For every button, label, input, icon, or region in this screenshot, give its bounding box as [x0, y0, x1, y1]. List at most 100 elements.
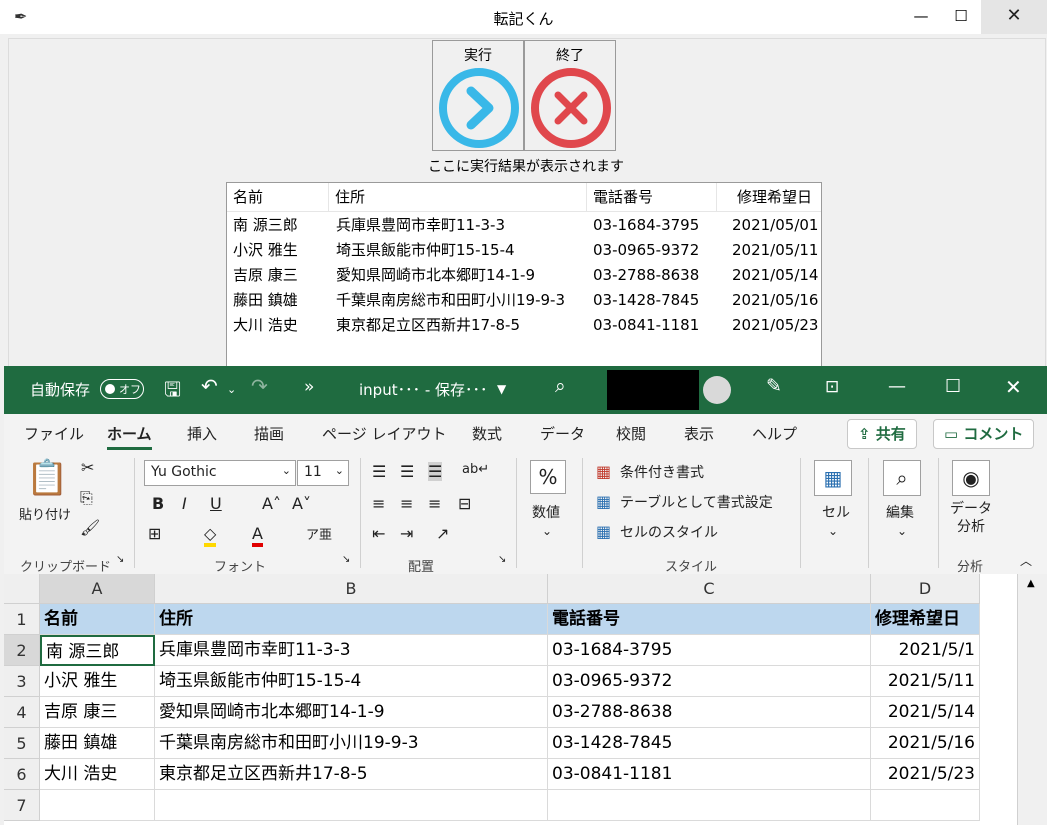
- editing-label[interactable]: 編集: [886, 502, 914, 522]
- dialog-launcher-icon[interactable]: ↘: [498, 554, 506, 565]
- chevron-down-icon[interactable]: ⌄: [828, 524, 838, 538]
- caret-down-icon[interactable]: ▼: [497, 382, 506, 396]
- run-button[interactable]: 実行: [432, 40, 524, 151]
- result-table[interactable]: 名前 住所 電話番号 修理希望日 南 源三郎 兵庫県豊岡市幸町11-3-3 03…: [226, 182, 822, 378]
- row-header[interactable]: 3: [4, 666, 40, 697]
- cell-a6[interactable]: 大川 浩史: [40, 759, 155, 790]
- cell-b2[interactable]: 兵庫県豊岡市幸町11-3-3: [155, 635, 548, 666]
- font-color-icon[interactable]: A: [252, 524, 263, 547]
- tab-review[interactable]: 校閲: [616, 423, 646, 444]
- grow-font-icon[interactable]: A˄: [262, 494, 281, 513]
- cell-a5[interactable]: 藤田 鎮雄: [40, 728, 155, 759]
- pen-icon[interactable]: ✎: [766, 375, 782, 397]
- close-icon[interactable]: ✕: [1005, 375, 1022, 399]
- format-table-label[interactable]: テーブルとして書式設定: [620, 492, 773, 512]
- cell-c1[interactable]: 電話番号: [548, 604, 871, 635]
- align-right-icon[interactable]: ≡: [428, 494, 441, 513]
- tab-data[interactable]: データ: [540, 423, 585, 444]
- selected-cell-a2[interactable]: 南 源三郎: [40, 635, 155, 666]
- quit-button[interactable]: 終了: [524, 40, 616, 151]
- close-button[interactable]: ✕: [981, 0, 1047, 34]
- tab-draw[interactable]: 描画: [254, 423, 284, 444]
- copy-icon[interactable]: ⎘: [80, 488, 93, 508]
- dialog-launcher-icon[interactable]: ↘: [116, 554, 124, 565]
- avatar[interactable]: [703, 376, 731, 404]
- autosave-toggle[interactable]: オフ: [100, 379, 144, 399]
- cell-c4[interactable]: 03-2788-8638: [548, 697, 871, 728]
- align-center-icon[interactable]: ≡: [400, 494, 413, 513]
- column-header[interactable]: 住所: [329, 183, 587, 211]
- search-icon[interactable]: ⌕: [555, 375, 566, 397]
- chevron-down-icon[interactable]: ⌄: [542, 524, 552, 538]
- cell-d7[interactable]: [871, 790, 980, 821]
- column-header[interactable]: 名前: [227, 183, 329, 211]
- dialog-launcher-icon[interactable]: ↘: [342, 554, 350, 565]
- phonetic-icon[interactable]: ア亜: [306, 524, 332, 543]
- undo-icon[interactable]: ↶: [201, 374, 218, 398]
- cells-icon[interactable]: ▦: [814, 460, 852, 496]
- fill-color-icon[interactable]: ◇: [204, 524, 217, 547]
- tab-page-layout[interactable]: ページ レイアウト: [322, 423, 446, 444]
- column-header[interactable]: 修理希望日: [717, 183, 821, 211]
- cell-b6[interactable]: 東京都足立区西新井17-8-5: [155, 759, 548, 790]
- column-header-c[interactable]: C: [548, 574, 871, 604]
- cell-b5[interactable]: 千葉県南房総市和田町小川19-9-3: [155, 728, 548, 759]
- format-table-icon[interactable]: ▦: [596, 492, 611, 511]
- row-header[interactable]: 2: [4, 635, 40, 666]
- cut-icon[interactable]: ✂: [81, 458, 94, 477]
- table-row[interactable]: 大川 浩史 東京都足立区西新井17-8-5 03-0841-1181 2021/…: [227, 313, 821, 338]
- cell-b4[interactable]: 愛知県岡崎市北本郷町14-1-9: [155, 697, 548, 728]
- spreadsheet-grid[interactable]: A B C D 1 2 3 4 5 6 7 名前 住所 電話番号 修理希望日 南…: [4, 574, 1047, 825]
- conditional-format-icon[interactable]: ▦: [596, 462, 611, 481]
- percent-icon[interactable]: %: [530, 460, 566, 494]
- cell-c6[interactable]: 03-0841-1181: [548, 759, 871, 790]
- align-middle-icon[interactable]: ☰: [400, 462, 414, 481]
- tab-help[interactable]: ヘルプ: [752, 423, 797, 444]
- increase-indent-icon[interactable]: ⇥: [400, 524, 413, 543]
- shrink-font-icon[interactable]: A˅: [292, 494, 311, 513]
- tab-formulas[interactable]: 数式: [472, 423, 502, 444]
- analyze-data-icon[interactable]: ◉: [952, 460, 990, 496]
- tab-insert[interactable]: 挿入: [187, 423, 217, 444]
- vertical-scrollbar[interactable]: ▲: [1017, 574, 1047, 825]
- table-row[interactable]: 藤田 鎮雄 千葉県南房総市和田町小川19-9-3 03-1428-7845 20…: [227, 288, 821, 313]
- cells-label[interactable]: セル: [822, 502, 850, 522]
- cell-styles-label[interactable]: セルのスタイル: [620, 522, 718, 542]
- comment-button[interactable]: ▭ コメント: [933, 419, 1035, 449]
- save-icon[interactable]: 🖫: [164, 375, 181, 409]
- analyze-data-label[interactable]: データ 分析: [949, 500, 993, 536]
- row-header[interactable]: 1: [4, 604, 40, 635]
- clipboard-icon[interactable]: 📋: [26, 458, 68, 498]
- tab-home[interactable]: ホーム: [107, 423, 152, 450]
- tab-file[interactable]: ファイル: [24, 423, 84, 444]
- cell-c5[interactable]: 03-1428-7845: [548, 728, 871, 759]
- column-header-b[interactable]: B: [155, 574, 548, 604]
- font-size-select[interactable]: 11 ⌄: [297, 460, 349, 486]
- wrap-text-icon[interactable]: ab↵: [462, 462, 489, 477]
- row-header[interactable]: 7: [4, 790, 40, 821]
- cell-d3[interactable]: 2021/5/11: [871, 666, 980, 697]
- share-button[interactable]: ⇪ 共有: [847, 419, 917, 449]
- file-title[interactable]: input･･･ - 保存･･･: [359, 379, 488, 400]
- cell-c3[interactable]: 03-0965-9372: [548, 666, 871, 697]
- italic-icon[interactable]: I: [182, 494, 187, 513]
- chevron-down-icon[interactable]: ⌄: [897, 524, 907, 538]
- conditional-format-label[interactable]: 条件付き書式: [620, 462, 704, 482]
- cell-c2[interactable]: 03-1684-3795: [548, 635, 871, 666]
- more-commands[interactable]: »: [304, 377, 314, 397]
- table-row[interactable]: 南 源三郎 兵庫県豊岡市幸町11-3-3 03-1684-3795 2021/0…: [227, 213, 821, 238]
- redo-icon[interactable]: ↷: [251, 374, 268, 398]
- row-header[interactable]: 4: [4, 697, 40, 728]
- decrease-indent-icon[interactable]: ⇤: [372, 524, 385, 543]
- chevron-down-icon[interactable]: ⌄: [227, 383, 236, 396]
- format-painter-icon[interactable]: 🖌: [80, 518, 100, 537]
- cell-c7[interactable]: [548, 790, 871, 821]
- minimize-icon[interactable]: —: [888, 376, 906, 397]
- merge-icon[interactable]: ⊟: [458, 494, 471, 513]
- search-icon[interactable]: ⌕: [883, 460, 921, 496]
- column-header-a[interactable]: A: [40, 574, 155, 604]
- column-header[interactable]: 電話番号: [587, 183, 717, 211]
- select-all-corner[interactable]: [4, 574, 40, 604]
- minimize-button[interactable]: —: [901, 0, 941, 34]
- cell-d4[interactable]: 2021/5/14: [871, 697, 980, 728]
